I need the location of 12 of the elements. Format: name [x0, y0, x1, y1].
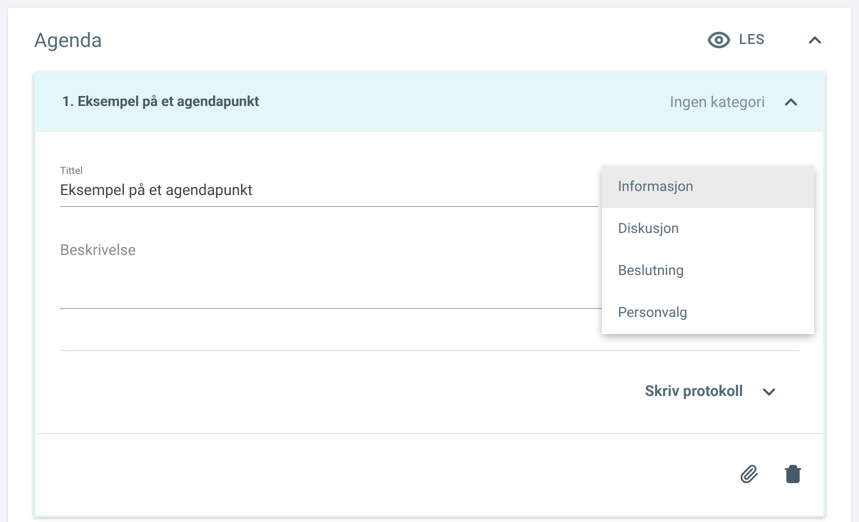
view-mode-button[interactable]: LES [698, 24, 773, 56]
attachment-icon[interactable] [739, 462, 759, 486]
delete-icon[interactable] [783, 464, 803, 484]
title-field[interactable]: Tittel Eksempel på et agendapunkt [60, 164, 598, 206]
panel-title: Agenda [34, 27, 104, 54]
category-option[interactable]: Beslutning [602, 250, 814, 292]
category-option[interactable]: Diskusjon [602, 208, 814, 250]
protocol-toggle[interactable]: Skriv protokoll [645, 380, 779, 403]
agenda-item-category: Ingen kategori [670, 92, 765, 113]
agenda-item-title: 1. Eksempel på et agendapunkt [62, 92, 260, 112]
category-option[interactable]: Personvalg [602, 292, 814, 334]
category-option[interactable]: Informasjon [602, 166, 814, 208]
